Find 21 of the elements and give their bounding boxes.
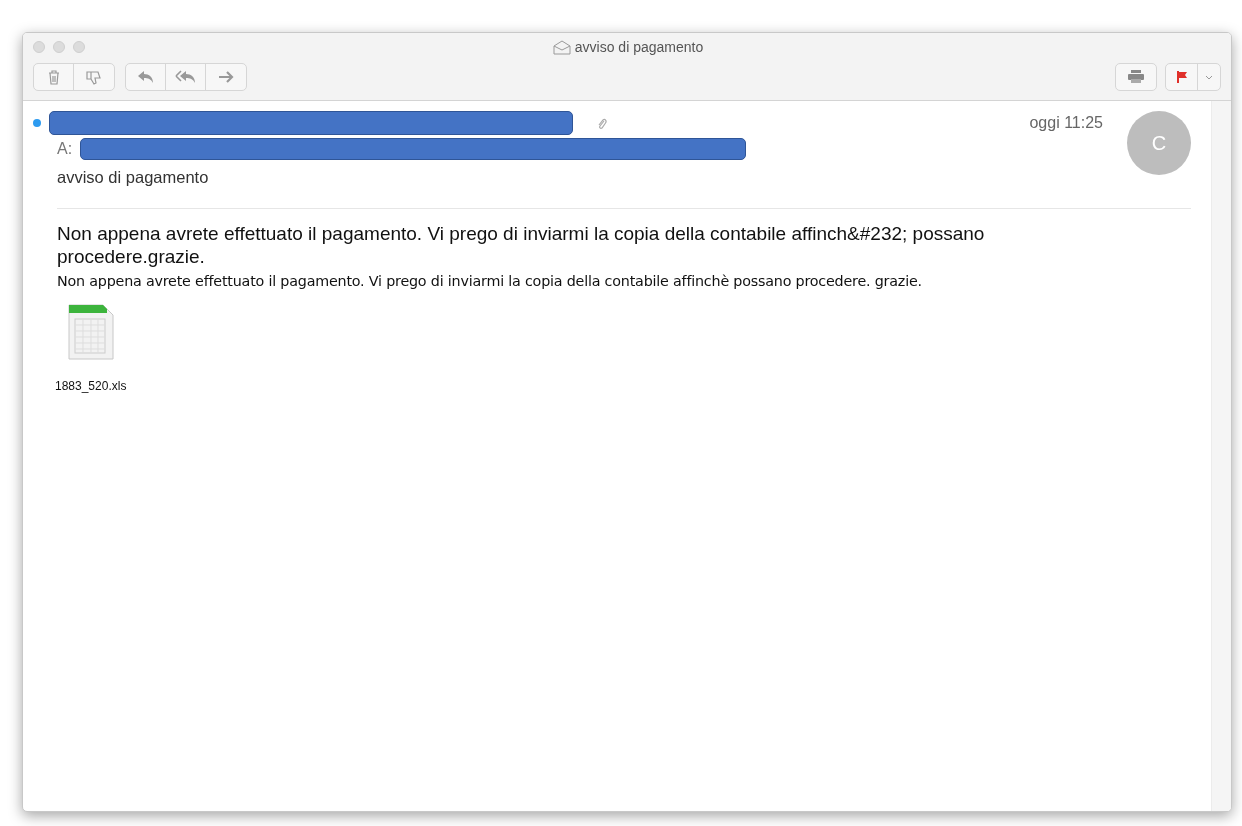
date-text: oggi 11:25 bbox=[1029, 113, 1103, 133]
window-title: avviso di pagamento bbox=[574, 37, 704, 57]
flag-icon bbox=[1176, 71, 1187, 83]
printer-icon bbox=[1127, 70, 1145, 84]
message-paragraph: Non appena avrete effettuato il pagamento. Vi prego di inviarmi la copia della contabile affinch&#232; possano procedere.grazie. bbox=[57, 222, 986, 269]
minimize-button[interactable] bbox=[53, 41, 65, 53]
reply-all-icon bbox=[174, 70, 197, 84]
subject-text: avviso di pagamento bbox=[57, 167, 210, 188]
zoom-button[interactable] bbox=[73, 41, 85, 53]
attachment-name[interactable]: 1883_520.xls bbox=[55, 376, 127, 395]
chevron-down-icon bbox=[1205, 74, 1213, 80]
close-button[interactable] bbox=[33, 41, 45, 53]
to-label: A: bbox=[57, 139, 73, 159]
right-arrow-icon bbox=[218, 71, 234, 83]
envelope-icon bbox=[552, 39, 571, 55]
sender-avatar: C bbox=[1127, 111, 1191, 175]
thumbs-down-icon bbox=[86, 69, 102, 85]
reply-icon bbox=[136, 70, 155, 84]
trash-icon bbox=[47, 69, 60, 85]
spreadsheet-file-icon[interactable] bbox=[66, 302, 115, 361]
message-paragraph: Non appena avrete effettuato il pagamento. Vi prego di inviarmi la copia della contabile affinchè possano procedere. grazie. bbox=[57, 272, 923, 292]
